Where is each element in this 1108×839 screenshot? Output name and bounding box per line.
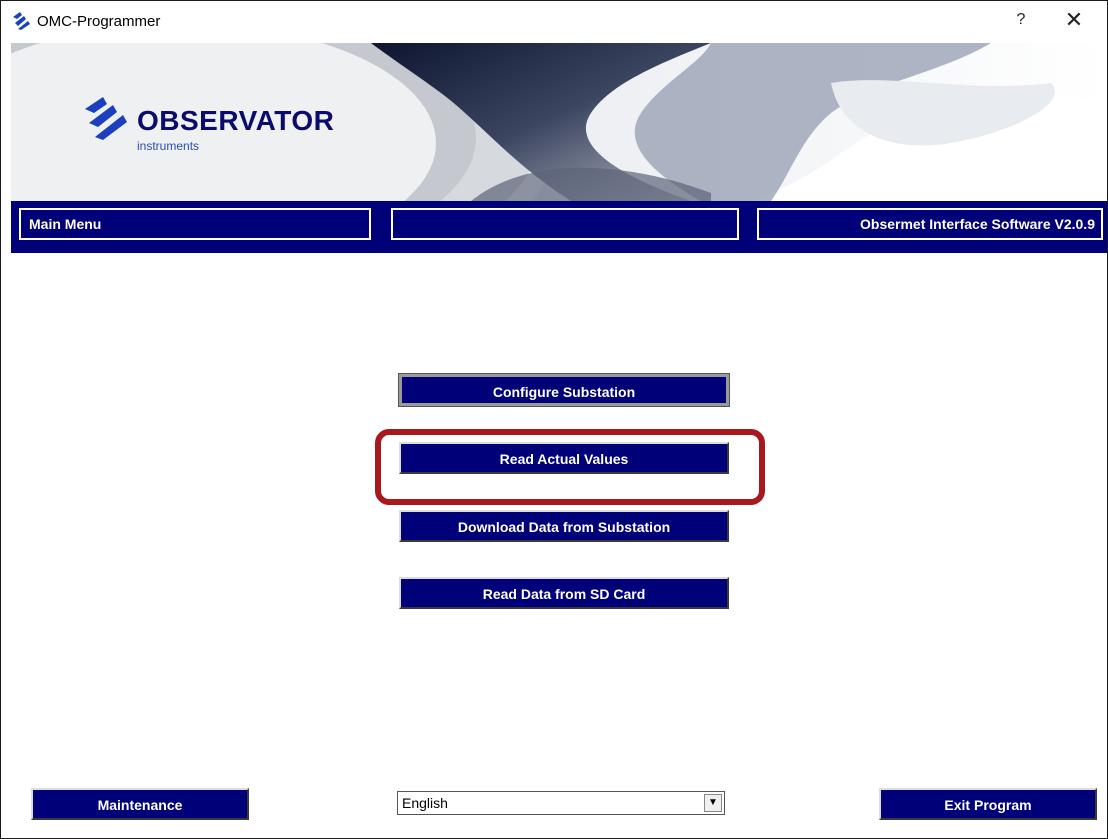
window-title: OMC-Programmer [37,13,161,30]
chevron-down-icon[interactable]: ▼ [704,794,722,812]
close-icon[interactable]: ✕ [1061,7,1087,33]
language-select[interactable]: English ▼ [397,791,725,815]
language-select-value: English [402,795,448,811]
header-banner: OBSERVATOR instruments [11,43,1107,201]
exit-program-button[interactable]: Exit Program [879,788,1097,820]
configure-substation-button[interactable]: Configure Substation [398,373,730,407]
logo-wordmark: OBSERVATOR [137,105,335,136]
observator-logo-icon [85,97,127,140]
title-bar: OMC-Programmer ? ✕ [1,1,1107,43]
download-data-button[interactable]: Download Data from Substation [399,510,729,542]
logo-subtitle: instruments [137,139,200,153]
menu-bar: Main Menu Obsermet Interface Software V2… [11,201,1107,253]
read-sd-card-button[interactable]: Read Data from SD Card [399,577,729,609]
maintenance-button[interactable]: Maintenance [31,788,249,820]
menu-status-box [391,208,739,240]
observator-logo-icon [11,11,31,31]
software-version: Obsermet Interface Software V2.0.9 [757,208,1103,240]
help-icon[interactable]: ? [1011,11,1031,29]
app-window: OMC-Programmer ? ✕ OBSERVATOR instrument… [0,0,1108,839]
menu-title: Main Menu [19,208,371,240]
highlight-annotation [375,429,765,505]
